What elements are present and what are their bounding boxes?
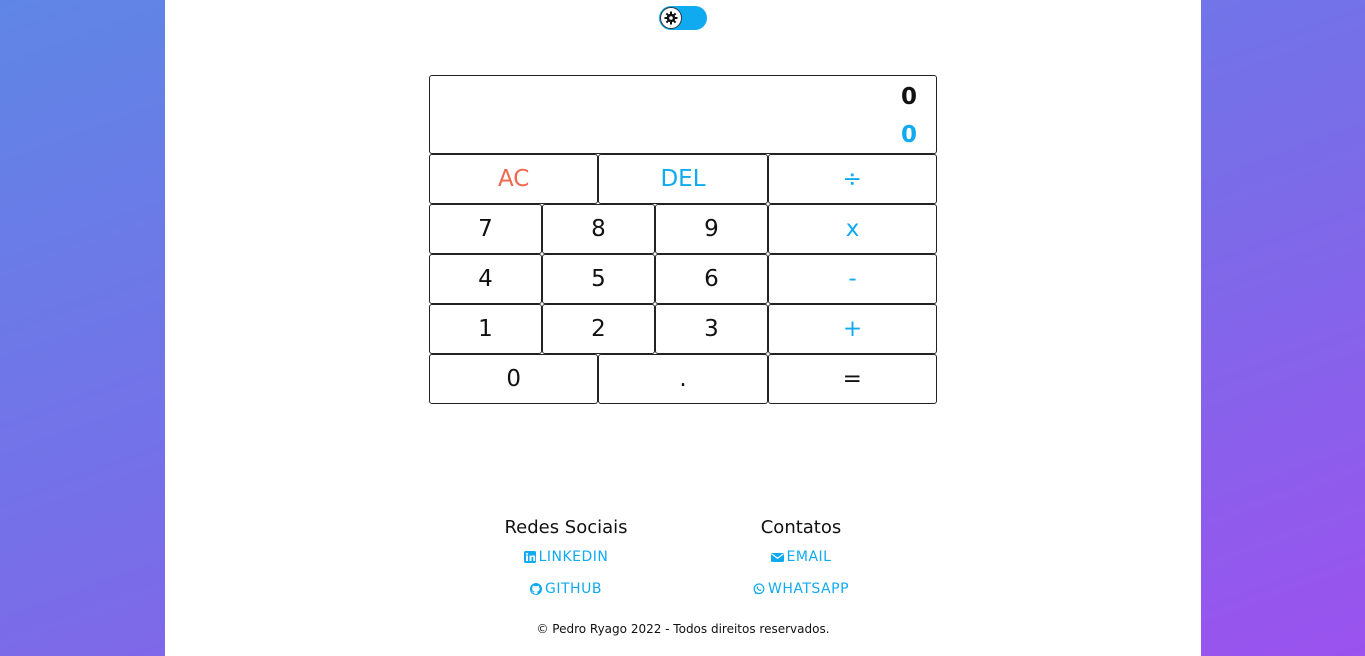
contacts-section: Contatos EMAIL WHATSAPP [691, 515, 911, 605]
multiply-button[interactable]: x [768, 204, 937, 254]
keypad-row-3: 4 5 6 - [429, 254, 937, 304]
linkedin-link[interactable]: LINKEDIN [456, 541, 676, 573]
digit-0-button[interactable]: 0 [429, 354, 599, 404]
page-container: 0 0 AC DEL ÷ 7 8 9 x 4 5 6 - 1 2 3 + 0 .… [165, 0, 1201, 656]
contacts-section-title: Contatos [760, 517, 842, 538]
email-label: EMAIL [786, 549, 832, 565]
digit-7-button[interactable]: 7 [429, 204, 542, 254]
linkedin-label: LINKEDIN [538, 549, 609, 565]
digit-3-button[interactable]: 3 [655, 304, 768, 354]
digit-2-button[interactable]: 2 [542, 304, 655, 354]
decimal-button[interactable]: . [598, 354, 768, 404]
digit-8-button[interactable]: 8 [542, 204, 655, 254]
minus-button[interactable]: - [768, 254, 937, 304]
copyright-text: © Pedro Ryago 2022 - Todos direitos rese… [536, 622, 830, 636]
divide-button[interactable]: ÷ [767, 154, 937, 204]
digit-1-button[interactable]: 1 [429, 304, 542, 354]
calculator-display: 0 0 [429, 75, 937, 154]
digit-6-button[interactable]: 6 [655, 254, 768, 304]
social-section-title: Redes Sociais [504, 517, 628, 538]
current-operand: 0 [900, 122, 917, 148]
github-icon [530, 583, 543, 595]
gear-icon [660, 7, 682, 29]
linkedin-icon [523, 551, 536, 563]
digit-5-button[interactable]: 5 [542, 254, 655, 304]
whatsapp-link[interactable]: WHATSAPP [691, 573, 911, 605]
email-link[interactable]: EMAIL [691, 541, 911, 573]
calculator: 0 0 AC DEL ÷ 7 8 9 x 4 5 6 - 1 2 3 + 0 .… [429, 75, 937, 404]
keypad-row-4: 1 2 3 + [429, 304, 937, 354]
keypad-row-5: 0 . = [429, 354, 937, 404]
theme-toggle[interactable] [659, 6, 707, 30]
github-link[interactable]: GITHUB [456, 573, 676, 605]
whatsapp-icon [753, 583, 765, 595]
envelope-icon [770, 553, 784, 562]
previous-operand: 0 [900, 84, 917, 110]
equals-button[interactable]: = [767, 354, 937, 404]
delete-button[interactable]: DEL [598, 154, 768, 204]
social-links-section: Redes Sociais LINKEDIN GITHUB [456, 515, 676, 605]
plus-button[interactable]: + [768, 304, 937, 354]
github-label: GITHUB [545, 581, 602, 597]
digit-9-button[interactable]: 9 [655, 204, 768, 254]
whatsapp-label: WHATSAPP [767, 581, 850, 597]
digit-4-button[interactable]: 4 [429, 254, 542, 304]
all-clear-button[interactable]: AC [429, 154, 599, 204]
keypad-row-1: AC DEL ÷ [429, 154, 937, 204]
keypad-row-2: 7 8 9 x [429, 204, 937, 254]
